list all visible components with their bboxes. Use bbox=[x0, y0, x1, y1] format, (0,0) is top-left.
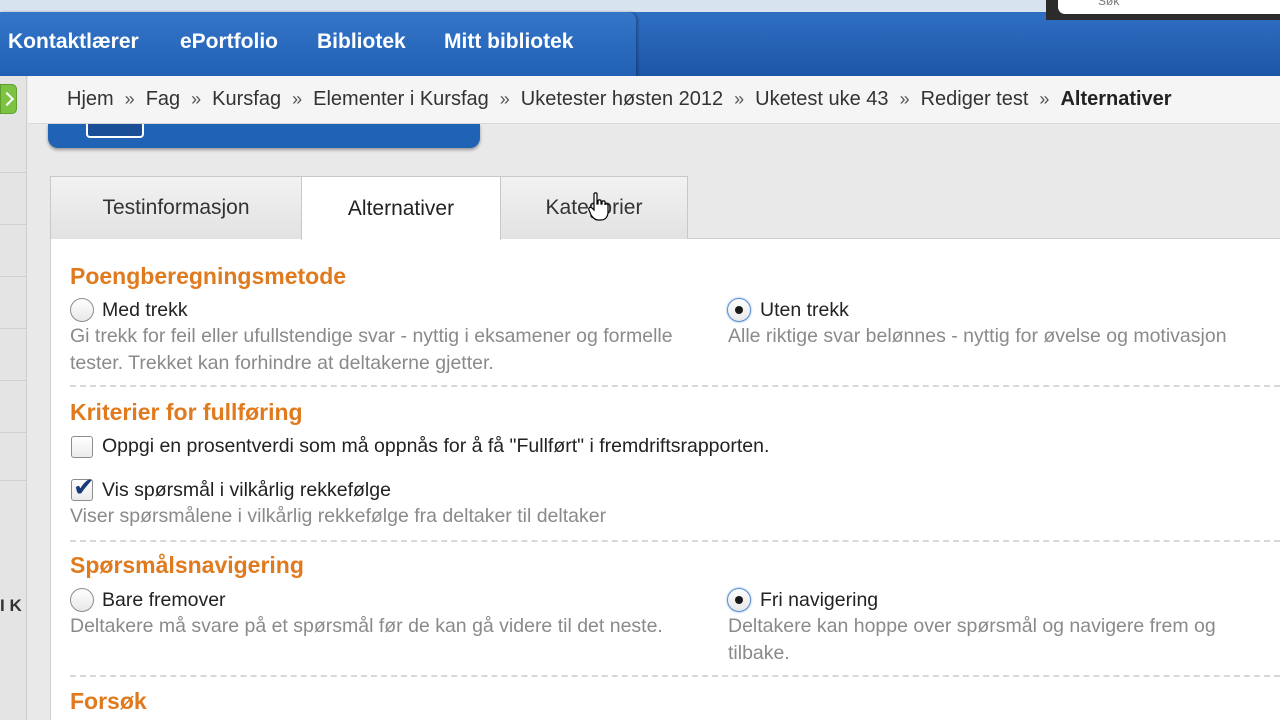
breadcrumb: Hjem » Fag » Kursfag » Elementer i Kursfag » Uke… bbox=[67, 88, 1172, 111]
desc-uten-trekk: Alle riktige svar belønnes - nyttig for … bbox=[728, 325, 1227, 347]
section-divider bbox=[70, 675, 1280, 677]
label-random-order: Vis spørsmål i vilkårlig rekkefølge bbox=[102, 479, 391, 501]
checkbox-random-order[interactable] bbox=[71, 473, 95, 503]
tab-alternativer[interactable]: Alternativer bbox=[301, 176, 501, 240]
breadcrumb-separator: » bbox=[499, 89, 510, 109]
section-title-navigation: Spørsmålsnavigering bbox=[70, 552, 304, 578]
page-title-icon bbox=[86, 124, 144, 138]
desc-bare-fremover: Deltakere må svare på et spørsmål før de… bbox=[70, 615, 663, 637]
left-sidebar bbox=[0, 76, 27, 720]
page-title bbox=[48, 124, 480, 148]
breadcrumb-separator: » bbox=[292, 89, 303, 109]
label-bare-fremover: Bare fremover bbox=[102, 589, 226, 611]
breadcrumb-separator: » bbox=[1039, 89, 1050, 109]
hand-cursor-icon bbox=[588, 192, 609, 221]
radio-bare-fremover[interactable] bbox=[70, 588, 94, 612]
breadcrumb-current: Alternativer bbox=[1060, 88, 1172, 110]
nav-item-bibliotek[interactable]: Bibliotek bbox=[317, 30, 406, 54]
label-fri-navigering: Fri navigering bbox=[760, 589, 879, 611]
label-uten-trekk: Uten trekk bbox=[760, 299, 849, 321]
tab-testinformasjon[interactable]: Testinformasjon bbox=[50, 176, 302, 239]
breadcrumb-uketest[interactable]: Uketest uke 43 bbox=[755, 88, 888, 110]
breadcrumb-separator: » bbox=[124, 89, 135, 109]
sidebar-letters: I K bbox=[0, 596, 22, 615]
radio-med-trekk[interactable] bbox=[70, 298, 94, 322]
breadcrumb-uketester[interactable]: Uketester høsten 2012 bbox=[521, 88, 723, 110]
radio-fri-navigering[interactable] bbox=[727, 588, 751, 612]
desc-med-trekk: Gi trekk for feil eller ufullstendige sv… bbox=[70, 325, 673, 374]
breadcrumb-separator: » bbox=[191, 89, 202, 109]
section-divider bbox=[70, 385, 1280, 387]
desc-random-order: Viser spørsmålene i vilkårlig rekkefølge… bbox=[70, 505, 607, 527]
search-input[interactable]: Søk bbox=[1058, 0, 1280, 14]
breadcrumb-kursfag[interactable]: Kursfag bbox=[212, 88, 281, 110]
breadcrumb-hjem[interactable]: Hjem bbox=[67, 88, 114, 110]
breadcrumb-rediger-test[interactable]: Rediger test bbox=[921, 88, 1029, 110]
desc-fri-navigering: Deltakere kan hoppe over spørsmål og nav… bbox=[728, 615, 1216, 664]
breadcrumb-fag[interactable]: Fag bbox=[146, 88, 180, 110]
nav-item-kontaktlaerer[interactable]: Kontaktlærer bbox=[8, 30, 139, 54]
section-title-attempts: Forsøk bbox=[70, 688, 147, 714]
breadcrumb-separator: » bbox=[734, 89, 745, 109]
radio-uten-trekk[interactable] bbox=[727, 298, 751, 322]
label-med-trekk: Med trekk bbox=[102, 299, 188, 321]
nav-item-eportfolio[interactable]: ePortfolio bbox=[180, 30, 278, 54]
section-title-scoring: Poengberegningsmetode bbox=[70, 263, 347, 289]
checkbox-percent[interactable] bbox=[71, 436, 93, 458]
label-percent: Oppgi en prosentverdi som må oppnås for … bbox=[102, 435, 770, 457]
nav-item-mitt-bibliotek[interactable]: Mitt bibliotek bbox=[444, 30, 574, 54]
section-title-completion: Kriterier for fullføring bbox=[70, 399, 303, 425]
breadcrumb-separator: » bbox=[899, 89, 910, 109]
back-arrow-button[interactable] bbox=[0, 84, 17, 114]
section-divider bbox=[70, 540, 1280, 542]
breadcrumb-elementer[interactable]: Elementer i Kursfag bbox=[313, 88, 489, 110]
